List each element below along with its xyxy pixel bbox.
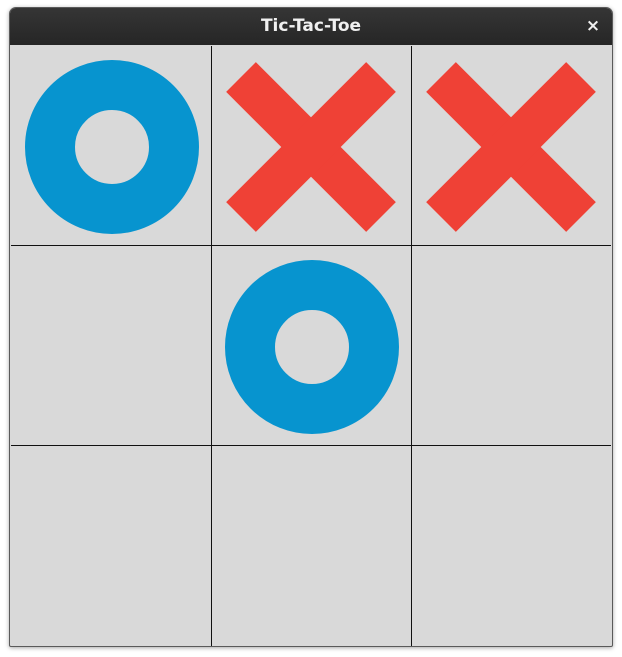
board-cell-r2-c2[interactable] (211, 246, 411, 446)
o-mark-ring (225, 260, 399, 434)
window-title: Tic-Tac-Toe (260, 16, 362, 36)
o-mark-ring (25, 60, 199, 234)
board-cell-r1-c1[interactable] (11, 46, 211, 246)
board-cell-r2-c1[interactable] (11, 246, 211, 446)
grid-line-horizontal-2 (11, 445, 611, 446)
o-mark-icon (225, 260, 399, 434)
board-cell-r3-c2[interactable] (211, 446, 411, 646)
grid-line-vertical-1 (211, 46, 212, 646)
board-cell-r3-c3[interactable] (411, 446, 611, 646)
game-board (11, 46, 611, 646)
grid-line-vertical-2 (411, 46, 412, 646)
x-mark-icon (426, 62, 596, 232)
board-cell-r1-c2[interactable] (211, 46, 411, 246)
grid-line-horizontal-1 (11, 245, 611, 246)
game-window: Tic-Tac-Toe × (9, 7, 613, 647)
title-bar: Tic-Tac-Toe × (10, 8, 612, 45)
o-mark-icon (25, 60, 199, 234)
board-cell-r1-c3[interactable] (411, 46, 611, 246)
board-cell-r3-c1[interactable] (11, 446, 211, 646)
x-mark-icon (226, 62, 396, 232)
board-cell-r2-c3[interactable] (411, 246, 611, 446)
close-button[interactable]: × (582, 16, 604, 38)
